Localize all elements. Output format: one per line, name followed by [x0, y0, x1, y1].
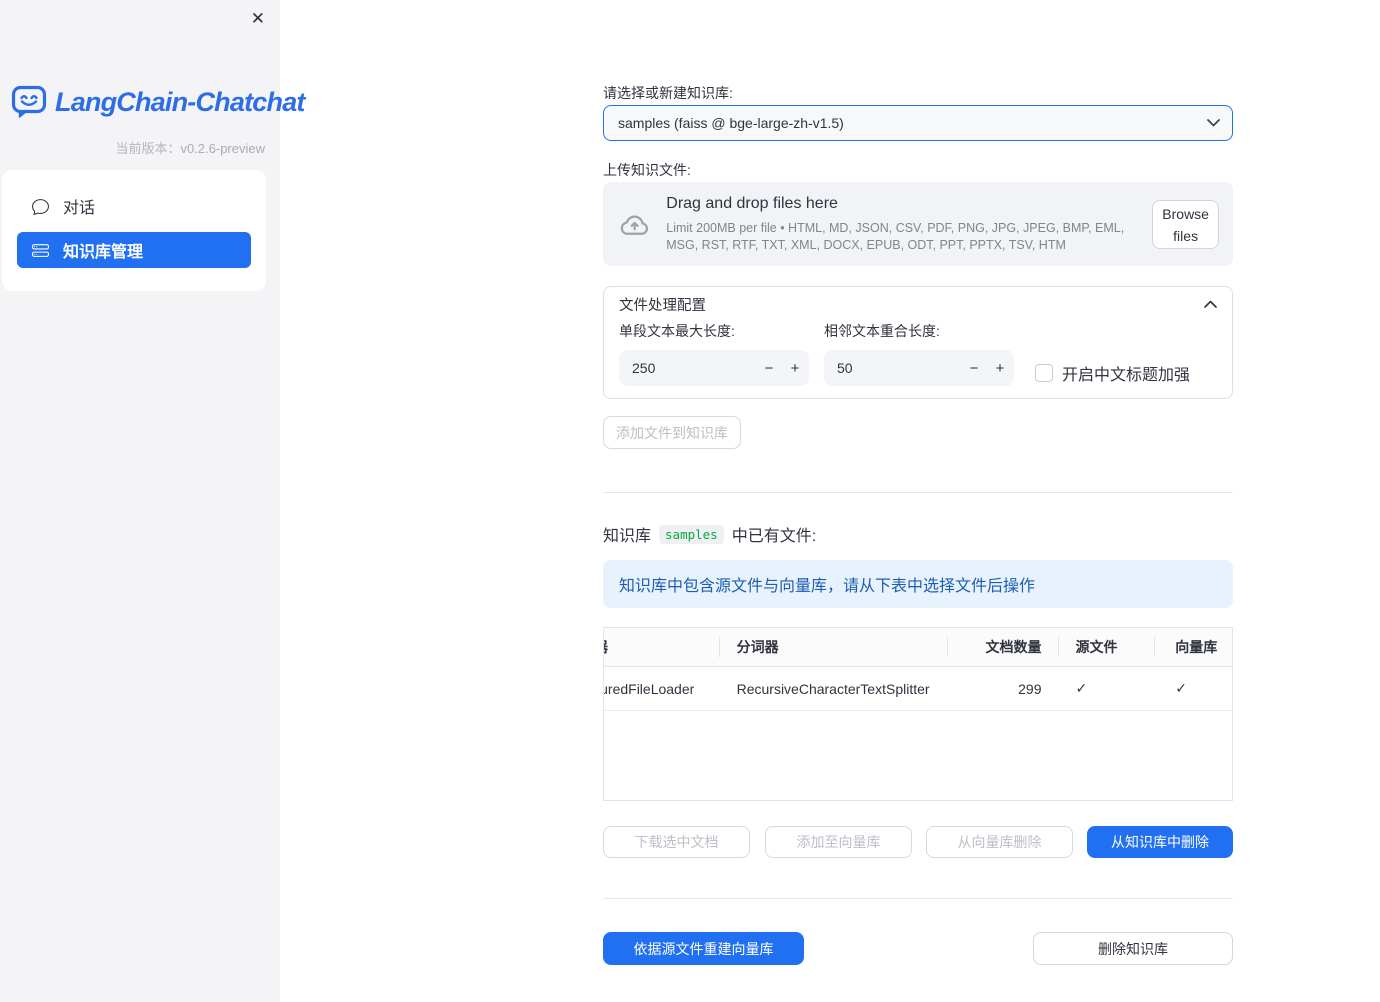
sidebar-item-kb-management[interactable]: 知识库管理 [17, 232, 251, 268]
sidebar: ✕ LangChain-Chatchat 当前版本：v0.2.6-preview… [0, 0, 305, 1002]
column-header-vector-store: 向量库 [1154, 628, 1232, 666]
overlap-size-label: 相邻文本重合长度: [824, 323, 940, 339]
dropzone-title: Drag and drop files here [666, 195, 838, 212]
cell-loader: UnstructuredFileLoader [604, 680, 695, 697]
kb-files-prefix: 知识库 [603, 528, 652, 545]
expander-header[interactable]: 文件处理配置 [604, 287, 1232, 321]
divider [603, 898, 1233, 899]
chunk-size-value: 250 [632, 360, 656, 376]
table-row[interactable]: UnstructuredFileLoader RecursiveCharacte… [604, 667, 1232, 711]
rebuild-vector-store-button[interactable]: 依据源文件重建向量库 [603, 932, 804, 965]
sidebar-item-label: 对话 [63, 200, 96, 217]
kb-files-heading: 知识库 samples 中已有文件: [603, 522, 816, 546]
version-text: 当前版本：v0.2.6-preview [115, 138, 265, 157]
chevron-down-icon [1207, 119, 1220, 127]
kb-select-value: samples (faiss @ bge-large-zh-v1.5) [618, 115, 844, 131]
kb-select-label: 请选择或新建知识库: [603, 85, 733, 101]
delete-from-kb-button[interactable]: 从知识库中删除 [1087, 826, 1233, 858]
delete-from-vector-store-button[interactable]: 从向量库删除 [926, 826, 1073, 858]
logo-text: LangChain-Chatchat [55, 86, 305, 117]
overlap-size-input[interactable]: 50 − + [824, 350, 1014, 386]
version-value: v0.2.6-preview [180, 141, 265, 156]
chunk-size-group: 单段文本最大长度: 250 − + [619, 321, 809, 386]
logo: LangChain-Chatchat [11, 85, 305, 119]
column-header-source-file: 源文件 [1057, 628, 1155, 666]
cell-splitter: RecursiveCharacterTextSplitter [736, 680, 930, 697]
kb-select[interactable]: samples (faiss @ bge-large-zh-v1.5) [603, 105, 1233, 141]
dropzone-instructions: Drag and drop files here Limit 200MB per… [650, 195, 1152, 253]
browse-files-button[interactable]: Browse files [1152, 199, 1219, 249]
cell-source-file-check: ✓ [1075, 680, 1088, 696]
logo-chat-bubble-icon [11, 85, 47, 118]
cell-vector-store-check: ✓ [1175, 680, 1187, 696]
version-label: 当前版本： [115, 141, 181, 156]
expander-title: 文件处理配置 [619, 297, 706, 314]
overlap-size-increment-button[interactable]: + [986, 350, 1014, 386]
table-header-row: 文档加载器 分词器 文档数量 源文件 向量库 [604, 628, 1232, 667]
stack-icon [32, 243, 49, 257]
sidebar-item-label: 知识库管理 [63, 244, 144, 261]
chunk-size-increment-button[interactable]: + [781, 350, 809, 386]
column-header-loader: 文档加载器 [604, 628, 719, 666]
cell-doc-count: 299 [1018, 680, 1042, 697]
info-alert: 知识库中包含源文件与向量库，请从下表中选择文件后操作 [603, 560, 1233, 608]
divider [603, 492, 1233, 493]
checkbox-label: 开启中文标题加强 [1062, 367, 1191, 384]
expander-body: 单段文本最大长度: 250 − + 相邻文本重合长度: 50 − + 开启中文标… [604, 321, 1232, 399]
files-table: 文档加载器 分词器 文档数量 源文件 向量库 UnstructuredFileL… [603, 627, 1233, 801]
kb-name-code: samples [659, 524, 724, 544]
chunk-size-label: 单段文本最大长度: [619, 323, 735, 339]
add-to-vector-store-button[interactable]: 添加至向量库 [765, 826, 912, 858]
upload-label: 上传知识文件: [603, 162, 691, 178]
chunk-size-decrement-button[interactable]: − [755, 350, 783, 386]
chat-icon [32, 198, 49, 215]
chevron-up-icon [1204, 300, 1217, 308]
overlap-size-value: 50 [837, 360, 853, 376]
overlap-size-group: 相邻文本重合长度: 50 − + [824, 321, 1014, 386]
sidebar-item-dialogue[interactable]: 对话 [17, 189, 251, 223]
file-dropzone[interactable]: Drag and drop files here Limit 200MB per… [603, 182, 1233, 266]
column-header-doc-count: 文档数量 [946, 628, 1058, 666]
upload-cloud-icon [620, 215, 649, 235]
overlap-size-decrement-button[interactable]: − [960, 350, 988, 386]
column-header-splitter: 分词器 [718, 628, 947, 666]
checkbox-box[interactable] [1035, 364, 1053, 382]
file-config-expander: 文件处理配置 单段文本最大长度: 250 − + 相邻文本重合长度: 50 − … [603, 286, 1233, 399]
dropzone-limit-text: Limit 200MB per file • HTML, MD, JSON, C… [666, 221, 1125, 252]
table-actions: 下载选中文档 添加至向量库 从向量库删除 从知识库中删除 [603, 826, 1233, 858]
zh-title-enhance-checkbox[interactable]: 开启中文标题加强 [1035, 361, 1190, 385]
delete-kb-button[interactable]: 删除知识库 [1033, 932, 1233, 965]
chunk-size-input[interactable]: 250 − + [619, 350, 809, 386]
kb-files-suffix: 中已有文件: [731, 528, 817, 545]
download-selected-button[interactable]: 下载选中文档 [603, 826, 750, 858]
add-files-to-kb-button[interactable]: 添加文件到知识库 [603, 416, 741, 449]
close-sidebar-icon[interactable]: ✕ [247, 6, 269, 31]
main-content: 请选择或新建知识库: samples (faiss @ bge-large-zh… [603, 0, 1233, 1002]
sidebar-menu: 对话 知识库管理 [2, 170, 266, 291]
